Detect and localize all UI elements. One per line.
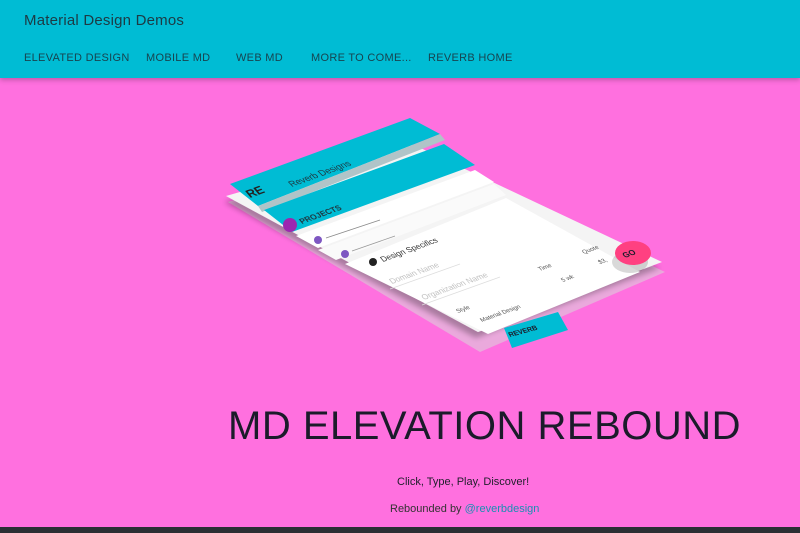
projects-avatar [283, 218, 297, 232]
bottom-strip [0, 527, 800, 533]
tagline: Click, Type, Play, Discover! [397, 476, 530, 488]
list-avatar-1 [314, 236, 322, 244]
isometric-mockup: RE Reverb Designs PROJECTS Design Specif… [226, 118, 665, 352]
list-avatar-2 [341, 250, 349, 258]
credit-line: Rebounded by @reverbdesign [390, 503, 539, 515]
page-headline: MD ELEVATION REBOUND [228, 404, 742, 448]
design-specifics-icon [369, 258, 377, 266]
credit-prefix: Rebounded by [390, 503, 465, 515]
reverbdesign-link[interactable]: @reverbdesign [465, 503, 540, 515]
